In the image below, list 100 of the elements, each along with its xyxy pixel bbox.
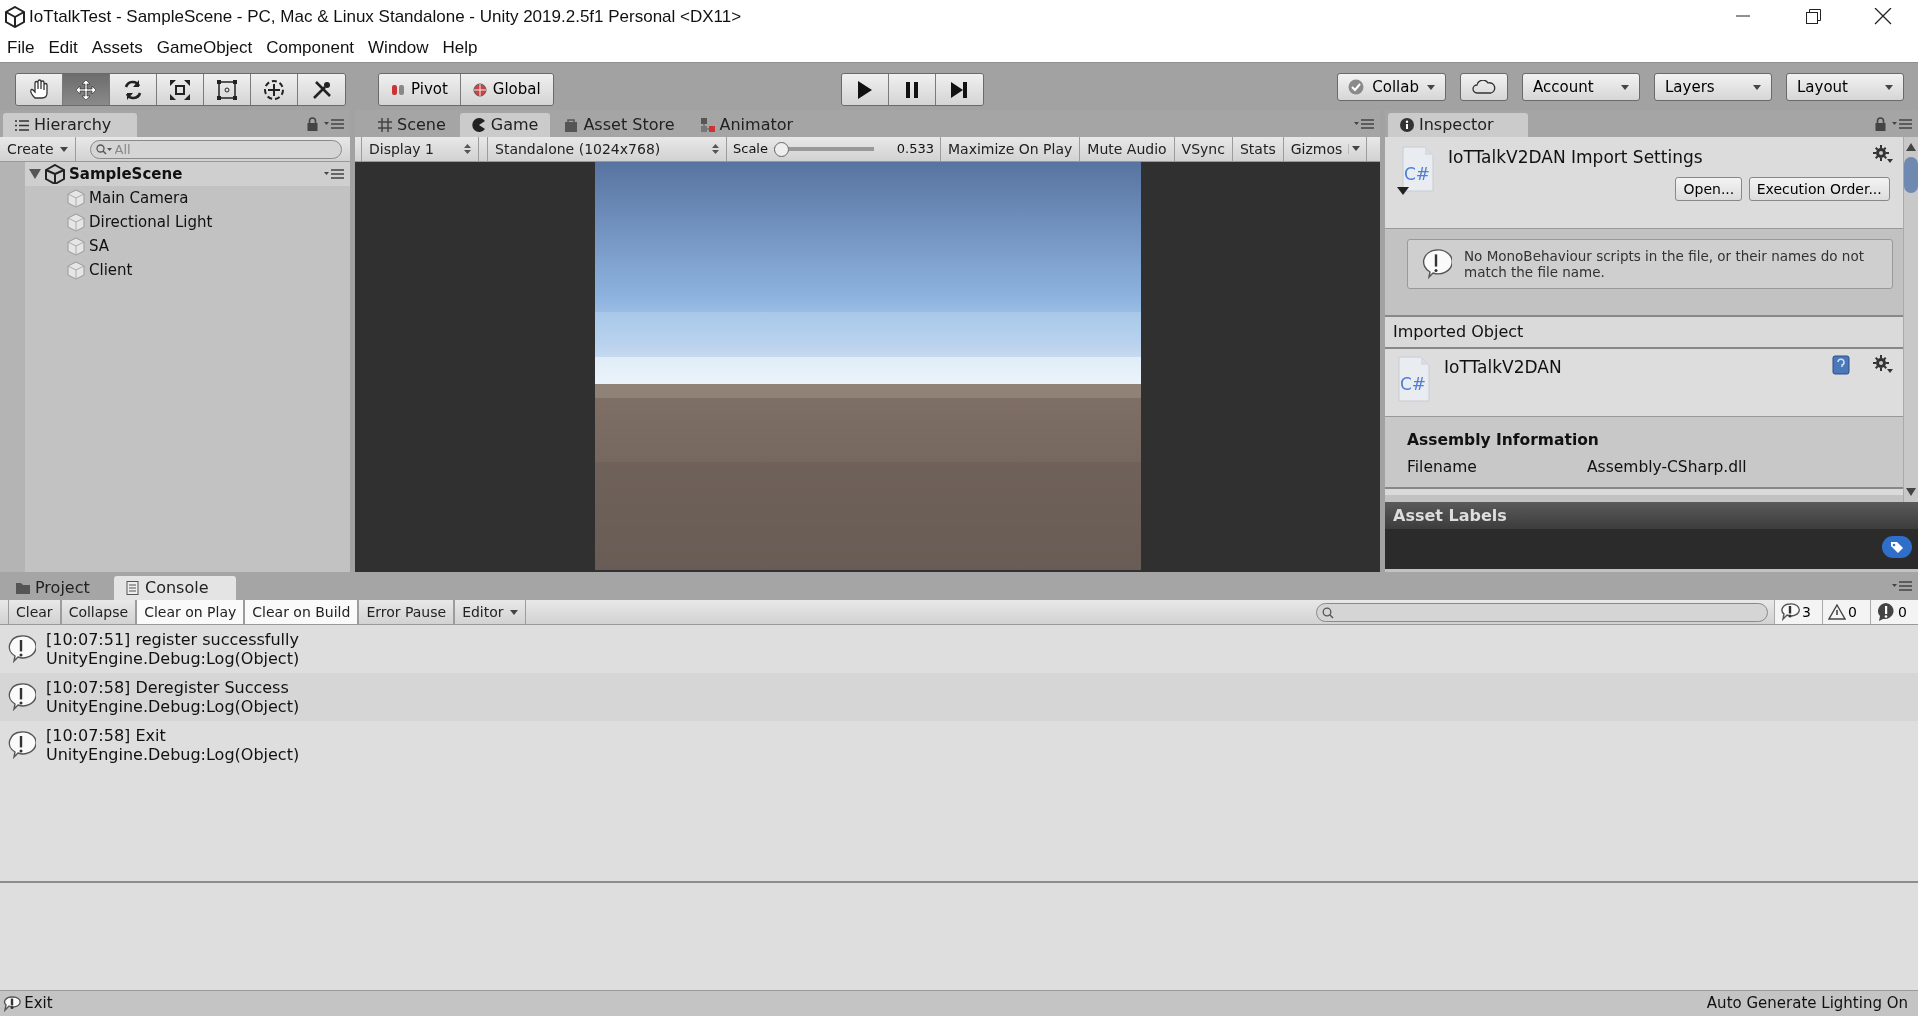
caret-icon — [1621, 84, 1629, 90]
tool-button[interactable] — [63, 74, 110, 105]
tool-button[interactable] — [251, 74, 298, 105]
tool-button[interactable] — [157, 74, 204, 105]
console-toggle[interactable]: Clear — [8, 600, 61, 624]
toggle-button[interactable]: Gizmos — [1283, 137, 1368, 161]
console-count-toggle[interactable]: 0 — [1822, 600, 1870, 624]
scene-row[interactable]: SampleScene — [25, 162, 350, 186]
hierarchy-item[interactable]: Main Camera — [25, 186, 350, 210]
hierarchy-item[interactable]: SA — [25, 234, 350, 258]
cube-icon — [67, 212, 85, 232]
inspector-button[interactable]: Execution Order... — [1748, 177, 1890, 201]
log-message: [10:07:58] Deregister Success — [46, 677, 290, 697]
hierarchy-item[interactable]: Client — [25, 258, 350, 282]
panel-tab[interactable]: Project — [4, 576, 112, 600]
grid-icon — [378, 118, 392, 132]
console-count-toggle[interactable]: 3 — [1774, 600, 1822, 624]
console-toggle[interactable]: Clear on Play — [136, 600, 245, 624]
toggle-button[interactable]: Maximize On Play — [941, 137, 1081, 161]
caret-icon — [1753, 84, 1761, 90]
menu-item[interactable]: Window — [368, 34, 429, 61]
help-book-icon[interactable] — [1832, 355, 1850, 375]
panel-menu-icon — [324, 169, 344, 179]
tool-button[interactable] — [298, 74, 345, 105]
toggle-button[interactable]: Mute Audio — [1080, 137, 1175, 161]
scrollbar-thumb[interactable] — [1904, 157, 1918, 193]
scroll-down-icon[interactable] — [1906, 488, 1916, 496]
search-icon — [1322, 606, 1334, 619]
script-file-icon: C# — [1399, 145, 1435, 193]
search-field[interactable]: All — [89, 139, 342, 159]
toggle-button[interactable]: Pivot — [379, 74, 461, 105]
inspector-title: IoTTalkV2DAN Import Settings — [1448, 146, 1704, 169]
log-message: [10:07:51] register successfully — [46, 629, 300, 649]
toggle-button[interactable]: Stats — [1232, 137, 1284, 161]
menu-item[interactable]: Component — [266, 34, 355, 61]
resolution-dropdown[interactable]: Standalone (1024x768) — [487, 137, 727, 161]
slider-thumb[interactable] — [774, 141, 790, 157]
toolbar-dropdown[interactable]: Account — [1522, 73, 1640, 101]
create-dropdown[interactable]: Create — [0, 137, 76, 161]
object-name: IoTTalkV2DAN — [1444, 356, 1563, 379]
panel-menu-icon — [1354, 118, 1374, 129]
lock-icon — [307, 116, 318, 131]
cloud-button[interactable] — [1460, 73, 1508, 101]
tag-icon[interactable] — [1881, 535, 1912, 558]
tool-button[interactable] — [110, 74, 157, 105]
cube-icon — [67, 188, 85, 208]
tool-button[interactable] — [16, 74, 63, 105]
inspector-button[interactable]: Open... — [1675, 177, 1743, 201]
console-toggle[interactable]: Error Pause — [358, 600, 455, 624]
hierarchy-item[interactable]: Directional Light — [25, 210, 350, 234]
check-circle-icon — [1348, 79, 1365, 95]
warning-bubble-icon — [1420, 248, 1452, 281]
status-message: Exit — [24, 993, 53, 1015]
collab-dropdown[interactable]: Collab — [1337, 73, 1446, 101]
script-file-icon: C# — [1395, 355, 1431, 403]
gear-icon — [1873, 355, 1893, 373]
info-bubble-icon — [3, 994, 21, 1013]
display-dropdown[interactable]: Display 1 — [361, 137, 479, 161]
tool-button[interactable] — [204, 74, 251, 105]
search-field[interactable] — [1316, 602, 1768, 622]
toolbar-dropdown[interactable]: Layout — [1786, 73, 1904, 101]
foldout-arrow-icon — [1397, 187, 1409, 195]
scale-icon — [169, 78, 191, 101]
transform-icon — [263, 78, 285, 101]
menu-item[interactable]: Help — [442, 34, 478, 61]
slider-value: 0.533 — [896, 140, 934, 159]
panel-tab[interactable]: Inspector — [1388, 113, 1528, 137]
caret-icon — [1427, 84, 1435, 90]
rotate-icon — [122, 78, 144, 101]
panel-tab[interactable]: Asset Store — [552, 113, 687, 137]
panel-tab[interactable]: Console — [114, 576, 236, 600]
close-icon[interactable] — [1872, 8, 1894, 25]
panel-tab[interactable]: Hierarchy — [3, 113, 137, 137]
playback-button[interactable] — [841, 74, 889, 105]
log-trace: UnityEngine.Debug:Log(Object) — [46, 649, 300, 669]
cloud-icon — [1472, 80, 1496, 94]
panel-tab[interactable]: Animator — [688, 113, 806, 137]
console-toggle[interactable]: Clear on Build — [244, 600, 359, 624]
menu-item[interactable]: Edit — [48, 34, 78, 61]
unity-logo-icon — [5, 5, 25, 28]
menu-item[interactable]: GameObject — [156, 34, 253, 61]
toolbar-dropdown[interactable]: Layers — [1654, 73, 1772, 101]
menu-item[interactable]: File — [7, 34, 35, 61]
toggle-button[interactable]: VSync — [1174, 137, 1233, 161]
playback-button[interactable] — [888, 74, 936, 105]
scroll-up-icon[interactable] — [1906, 143, 1916, 151]
help-message: No MonoBehaviour scripts in the file, or their names do not match the file name. — [1464, 248, 1865, 281]
playback-button[interactable] — [935, 74, 983, 105]
field-label: Filename — [1407, 456, 1478, 478]
console-count-toggle[interactable]: 0 — [1870, 600, 1918, 624]
panel-tab[interactable]: Scene — [366, 113, 458, 137]
up-down-arrows-icon — [712, 144, 719, 154]
console-dropdown[interactable]: Editor — [454, 600, 526, 624]
rect-tool-icon — [216, 78, 238, 101]
log-entry[interactable]: [10:07:58] Deregister Success UnityEngine.Debug:Log(Object) — [0, 673, 1918, 721]
status-text: Auto Generate Lighting On — [1706, 993, 1908, 1015]
panel-tab[interactable]: Game — [459, 113, 551, 137]
lock-icon — [1875, 116, 1886, 131]
menu-item[interactable]: Assets — [91, 34, 143, 61]
toggle-button[interactable]: Global — [460, 74, 553, 105]
